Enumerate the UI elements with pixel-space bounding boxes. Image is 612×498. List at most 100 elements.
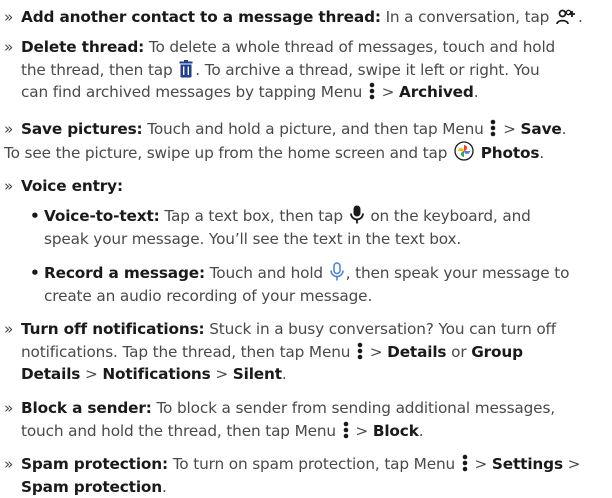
delete-thread-end: . [474, 83, 479, 101]
delete-thread-text-3a: can find archived messages by tapping Me… [21, 83, 362, 101]
block-text-2a: touch and hold the thread, then tap Menu [21, 422, 336, 440]
save-pictures-line-1: »Save pictures: Touch and hold a picture… [4, 118, 610, 141]
list-bullet: » [4, 318, 21, 341]
voice-entry-line: »Voice entry: [4, 175, 610, 198]
save-pictures-title: Save pictures: [21, 120, 143, 138]
list-bullet: » [4, 397, 21, 420]
voice-to-text-title: Voice-to-text: [44, 207, 160, 225]
save-pictures-photos: Photos [481, 144, 540, 162]
list-bullet: » [4, 175, 21, 198]
list-bullet: » [4, 36, 21, 59]
spam-line-2: Spam protection. [4, 476, 610, 498]
turn-off-line-2: notifications. Tap the thread, then tap … [4, 341, 610, 364]
save-pictures-text-1a: Touch and hold a picture, and then tap M… [147, 120, 483, 138]
turn-off-text-1: Stuck in a busy conversation? You can tu… [209, 320, 556, 338]
block-sender-item: »Block a sender: To block a sender from … [4, 397, 610, 442]
turn-off-sep-3: > [215, 365, 228, 383]
microphone-outline-icon [330, 262, 344, 281]
turn-off-group: Group [471, 343, 523, 361]
turn-off-title: Turn off notifications: [21, 320, 205, 338]
spam-protection-label: Spam protection [21, 478, 162, 496]
save-pictures-end-1: . [562, 120, 567, 138]
delete-thread-title: Delete thread: [21, 38, 144, 56]
delete-thread-text-1: To delete a whole thread of messages, to… [149, 38, 555, 56]
save-pictures-item: »Save pictures: Touch and hold a picture… [4, 118, 610, 163]
delete-thread-archived: Archived [399, 83, 474, 101]
add-contact-icon [556, 9, 576, 25]
record-message-text-1b: , then speak your message to [346, 264, 570, 282]
turn-off-notifications-item: »Turn off notifications: Stuck in a busy… [4, 318, 610, 386]
turn-off-line-1: »Turn off notifications: Stuck in a busy… [4, 318, 610, 341]
delete-thread-line-3: can find archived messages by tapping Me… [4, 81, 610, 104]
turn-off-details: Details [387, 343, 446, 361]
spam-text-1a: To turn on spam protection, tap Menu [173, 455, 455, 473]
turn-off-text-2a: notifications. Tap the thread, then tap … [21, 343, 350, 361]
add-contact-title: Add another contact to a message thread: [21, 8, 381, 26]
menu-icon [357, 342, 363, 360]
delete-thread-text-2b: . To archive a thread, swipe it left or … [195, 61, 539, 79]
record-message-item: •Record a message: Touch and hold , then… [30, 262, 610, 307]
menu-icon [490, 119, 496, 137]
block-line-2: touch and hold the thread, then tap Menu… [4, 420, 610, 443]
record-message-title: Record a message: [44, 264, 205, 282]
save-pictures-sep: > [503, 120, 516, 138]
save-pictures-save: Save [521, 120, 562, 138]
save-pictures-end-2: . [539, 144, 544, 162]
delete-thread-text-2a: the thread, then tap [21, 61, 173, 79]
spam-title: Spam protection: [21, 455, 168, 473]
voice-to-text-item: •Voice-to-text: Tap a text box, then tap… [30, 205, 610, 250]
turn-off-end: . [282, 365, 287, 383]
turn-off-sep-2: > [85, 365, 98, 383]
add-contact-item: »Add another contact to a message thread… [4, 6, 610, 29]
menu-icon [343, 421, 349, 439]
delete-thread-item: »Delete thread: To delete a whole thread… [4, 36, 610, 104]
turn-off-sep-1: > [370, 343, 383, 361]
spam-end: . [162, 478, 167, 496]
turn-off-line-3: Details > Notifications > Silent. [4, 363, 610, 386]
photos-icon [454, 141, 474, 161]
record-message-text-1a: Touch and hold [210, 264, 323, 282]
list-bullet: » [4, 118, 21, 141]
list-bullet: » [4, 6, 21, 29]
spam-line-1: »Spam protection: To turn on spam protec… [4, 453, 610, 476]
spam-settings: Settings [492, 455, 563, 473]
list-bullet: » [4, 453, 21, 476]
spam-protection-item: »Spam protection: To turn on spam protec… [4, 453, 610, 498]
add-contact-line-1: »Add another contact to a message thread… [4, 6, 610, 29]
voice-to-text-text-1b: on the keyboard, and [370, 207, 530, 225]
spam-sep-1: > [475, 455, 488, 473]
spam-sep-2: > [568, 455, 581, 473]
block-end: . [419, 422, 424, 440]
voice-to-text-line-2: speak your message. You’ll see the text … [30, 228, 610, 251]
menu-icon [369, 82, 375, 100]
voice-to-text-text-1a: Tap a text box, then tap [164, 207, 343, 225]
delete-thread-line-1: »Delete thread: To delete a whole thread… [4, 36, 610, 59]
turn-off-group-details: Details [21, 365, 80, 383]
record-message-line-2: create an audio recording of your messag… [30, 285, 610, 308]
sub-bullet: • [30, 205, 44, 228]
microphone-icon [350, 205, 364, 224]
block-line-1: »Block a sender: To block a sender from … [4, 397, 610, 420]
block-sep: > [355, 422, 368, 440]
block-block: Block [373, 422, 419, 440]
block-text-1: To block a sender from sending additiona… [156, 399, 555, 417]
record-message-line-1: •Record a message: Touch and hold , then… [30, 262, 610, 285]
voice-to-text-text-2: speak your message. You’ll see the text … [44, 230, 461, 248]
add-contact-text: In a conversation, tap [386, 8, 550, 26]
turn-off-silent: Silent [233, 365, 282, 383]
record-message-text-2: create an audio recording of your messag… [44, 287, 372, 305]
block-title: Block a sender: [21, 399, 152, 417]
save-pictures-line-2: To see the picture, swipe up from the ho… [4, 141, 610, 164]
turn-off-notifications: Notifications [102, 365, 210, 383]
turn-off-or: or [451, 343, 466, 361]
sub-bullet: • [30, 262, 44, 285]
trash-icon [179, 60, 193, 78]
delete-thread-line-2: the thread, then tap . To archive a thre… [4, 59, 610, 82]
menu-icon [462, 454, 468, 472]
voice-entry-item: »Voice entry: [4, 175, 610, 198]
voice-to-text-line-1: •Voice-to-text: Tap a text box, then tap… [30, 205, 610, 228]
save-pictures-text-2a: To see the picture, swipe up from the ho… [4, 144, 447, 162]
voice-entry-title: Voice entry: [21, 177, 123, 195]
add-contact-end: . [578, 8, 583, 26]
delete-thread-sep: > [382, 83, 395, 101]
